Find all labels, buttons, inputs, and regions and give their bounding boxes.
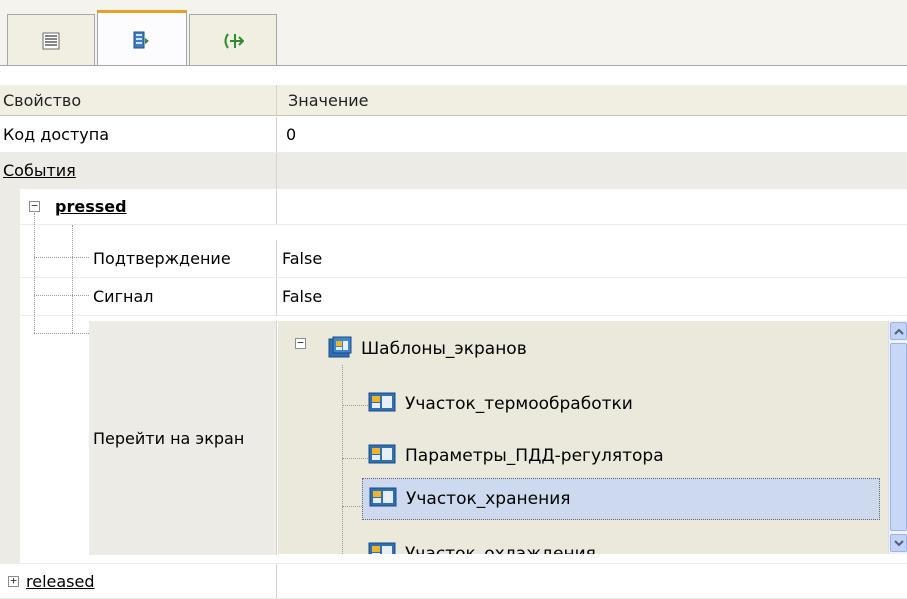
row-signal[interactable]: Сигнал False [0, 278, 907, 316]
scroll-down-button[interactable] [890, 534, 907, 552]
events-icon [222, 31, 244, 51]
expand-icon[interactable]: + [8, 575, 19, 587]
tree-scrollbar[interactable] [888, 321, 907, 554]
properties-icon [132, 30, 152, 50]
tree-item-label: Параметры_ПДД-регулятора [405, 446, 664, 466]
signal-value[interactable]: False [282, 278, 882, 315]
signal-label: Сигнал [93, 287, 154, 306]
tree-item-label: Участок_охлаждения [405, 544, 596, 554]
confirm-value[interactable]: False [282, 240, 882, 277]
tree-root-label: Шаблоны_экранов [361, 339, 527, 359]
tree-item[interactable]: Участок_охлаждения [368, 539, 596, 554]
row-events[interactable]: События [0, 153, 907, 189]
tab-list[interactable] [7, 14, 95, 66]
tree-root[interactable]: Шаблоны_экранов [328, 334, 527, 364]
released-label: released [26, 564, 276, 598]
tree-connector [342, 365, 343, 554]
chevron-down-icon [893, 539, 904, 546]
row-access-code[interactable]: Код доступа 0 [0, 117, 907, 153]
pressed-label: pressed [55, 189, 275, 224]
scroll-up-button[interactable] [890, 322, 907, 340]
collapse-icon[interactable]: − [295, 337, 306, 349]
events-link[interactable]: События [3, 161, 76, 180]
header-value[interactable]: Значение [288, 85, 888, 115]
grid-header: Свойство Значение [0, 85, 907, 116]
tree-item-label: Участок_термообработки [405, 394, 633, 414]
pressed-link[interactable]: pressed [55, 197, 127, 216]
tree-connector [342, 458, 368, 459]
scroll-thumb[interactable] [890, 343, 907, 531]
confirm-label: Подтверждение [93, 249, 231, 268]
screen-icon [368, 444, 396, 468]
tree-item[interactable]: Участок_термообработки [368, 389, 633, 419]
tree-item-selected[interactable]: Участок_хранения [362, 478, 880, 520]
row-confirm[interactable]: Подтверждение False [0, 240, 907, 278]
row-pressed[interactable]: − pressed [0, 189, 907, 225]
tree-item[interactable]: Параметры_ПДД-регулятора [368, 441, 664, 471]
screen-icon [368, 542, 396, 554]
released-link[interactable]: released [26, 572, 95, 591]
tree-item-label: Участок_хранения [406, 489, 571, 509]
header-property[interactable]: Свойство [3, 85, 275, 115]
screen-folder-icon [328, 336, 352, 362]
screen-tree[interactable]: − Шаблоны_экранов Участок_термообработки… [278, 321, 888, 554]
tab-properties[interactable] [97, 10, 187, 67]
tree-connector [342, 405, 368, 406]
row-released[interactable]: + released [0, 563, 907, 599]
screen-icon [369, 487, 397, 511]
collapse-icon[interactable]: − [29, 200, 40, 212]
screen-icon [368, 392, 396, 416]
toolbar-tabs [0, 0, 907, 67]
access-code-label: Код доступа [3, 125, 109, 144]
list-view-icon [42, 32, 60, 50]
access-code-value[interactable]: 0 [286, 117, 886, 152]
chevron-up-icon [893, 328, 904, 335]
tab-events[interactable] [189, 14, 277, 66]
goto-screen-label: Перейти на экран [93, 428, 245, 448]
events-label: События [3, 153, 275, 188]
